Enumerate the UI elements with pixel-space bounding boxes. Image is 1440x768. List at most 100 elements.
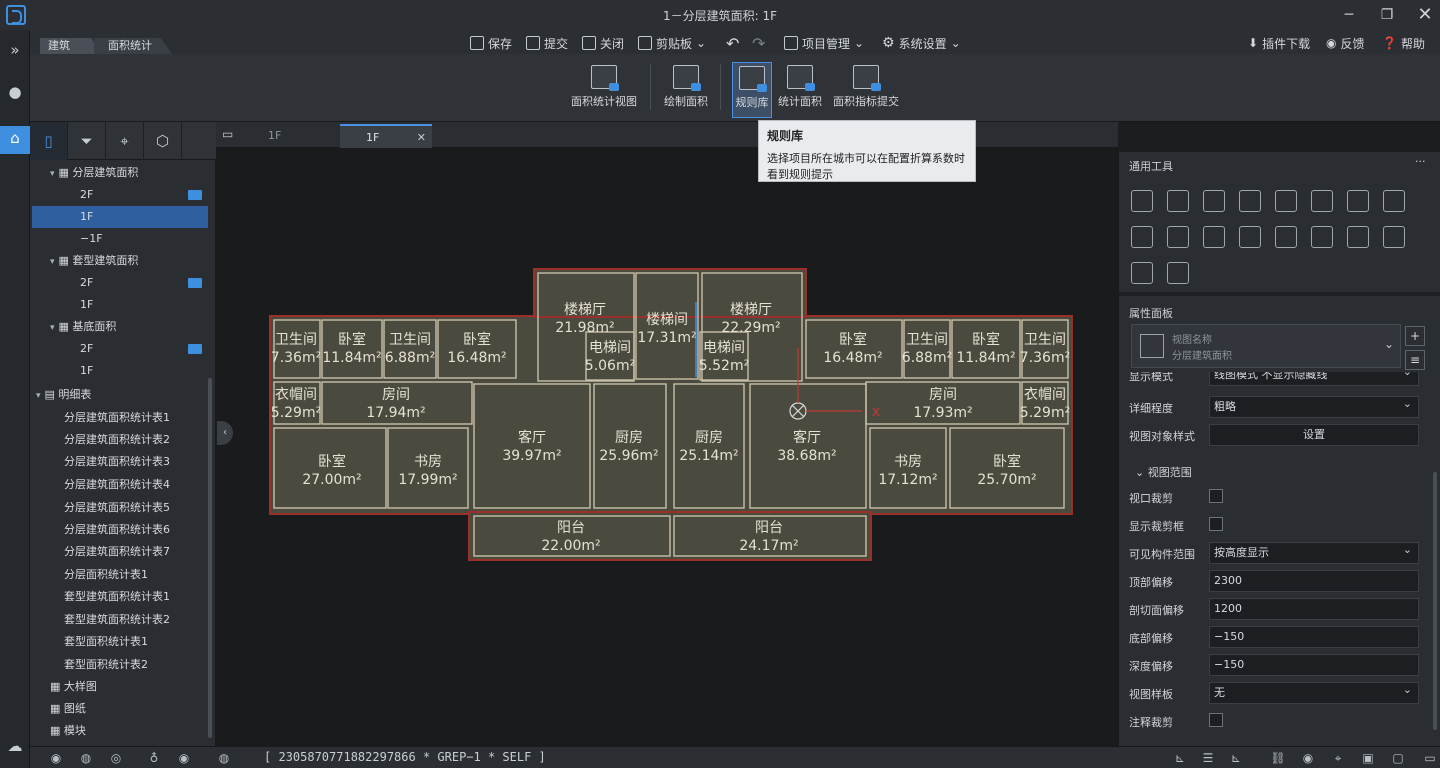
edit-tool-icon[interactable] [1275, 226, 1297, 248]
cube-icon[interactable]: ⬡ [144, 122, 182, 160]
add-type-button[interactable]: + [1405, 326, 1425, 346]
view-list-icon[interactable]: ▭ [222, 127, 233, 141]
area-index-submit-button[interactable]: 面积指标提交 [830, 62, 902, 118]
crop-icon[interactable]: ▣ [1360, 750, 1376, 766]
edit-tool-icon[interactable] [1131, 190, 1153, 212]
obj-style-button[interactable]: 设置 [1209, 424, 1419, 446]
help-button[interactable]: ❓ 帮助 [1382, 33, 1425, 53]
draw-area-button[interactable]: 绘制面积 [658, 62, 714, 118]
edit-tool-icon[interactable] [1383, 190, 1405, 212]
tree-node-unit-1f[interactable]: 1F [80, 294, 93, 316]
edit-tool-icon[interactable] [1275, 190, 1297, 212]
top-offset-input[interactable]: 2300 [1209, 570, 1419, 592]
drawing-canvas[interactable]: x 卫生间 7.36m² 卧室 11.84m² 卫生间 6.88m² 卧室 16.48m² 楼梯… [216, 122, 1118, 746]
close-tab-icon[interactable]: ✕ [417, 126, 426, 150]
feedback-button[interactable]: ◉ 反馈 [1326, 33, 1365, 53]
redo-button[interactable]: ↷ [752, 33, 765, 53]
tree-node-base-area[interactable]: ▾ ▦ 基底面积 [50, 316, 116, 338]
edit-tool-icon[interactable] [1167, 262, 1189, 284]
stat-area-button[interactable]: 统计面积 [776, 62, 824, 118]
submit-button[interactable]: 提交 [526, 33, 568, 53]
edit-tool-icon[interactable] [1131, 226, 1153, 248]
render-icon[interactable]: ◍ [216, 750, 232, 766]
schedule-item[interactable]: 套型建筑面积统计表2 [64, 609, 170, 631]
cut-offset-input[interactable]: 1200 [1209, 598, 1419, 620]
filter-icon[interactable]: ⏷ [68, 122, 106, 160]
edit-type-button[interactable]: ≡ [1405, 350, 1425, 370]
breadcrumb-area[interactable]: 面积统计 [94, 38, 172, 54]
tree-node-unit-2f[interactable]: 2F [80, 272, 208, 294]
undo-button[interactable]: ↶ [726, 33, 739, 53]
close-button[interactable]: 关闭 [582, 33, 624, 53]
expand-icon[interactable]: » [3, 38, 27, 62]
edit-tool-icon[interactable] [1311, 226, 1333, 248]
edit-tool-icon[interactable] [1239, 190, 1261, 212]
settings-menu[interactable]: ⚙ 系统设置 ⌄ [882, 33, 961, 53]
edit-tool-icon[interactable] [1131, 262, 1153, 284]
schedule-item[interactable]: 套型面积统计表2 [64, 654, 148, 676]
tab-1f-active[interactable]: 1F ✕ [340, 124, 432, 148]
visible-range-select[interactable]: 按高度显示 [1209, 540, 1419, 564]
edit-tool-icon[interactable] [1383, 226, 1405, 248]
maximize-icon[interactable]: ❐ [1374, 4, 1400, 26]
bottom-offset-input[interactable]: −150 [1209, 626, 1419, 648]
close-icon[interactable]: ✕ [1412, 4, 1438, 26]
range-section[interactable]: ⌄ 视图范围 [1129, 460, 1429, 484]
tree-node-module[interactable]: ▦ 模块 [50, 720, 86, 742]
tree-node-layer-1f[interactable]: 1F [32, 206, 208, 228]
edit-tool-icon[interactable] [1203, 226, 1225, 248]
schedule-item[interactable]: 分层建筑面积统计表7 [64, 541, 170, 563]
save-button[interactable]: 保存 [470, 33, 512, 53]
show-crop-checkbox[interactable] [1209, 517, 1223, 531]
schedule-item[interactable]: 套型建筑面积统计表1 [64, 586, 170, 608]
measure-icon[interactable]: ⊾ [1228, 750, 1244, 766]
view-type-selector[interactable]: 视图名称 分层建筑面积 ⌄ [1131, 324, 1401, 368]
schedule-item[interactable]: 分层建筑面积统计表6 [64, 519, 170, 541]
tree-node-layer-area[interactable]: ▾ ▦ 分层建筑面积 [50, 162, 138, 184]
area-stat-view-button[interactable]: 面积统计视图 [566, 62, 642, 118]
schedule-item[interactable]: 分层建筑面积统计表5 [64, 497, 170, 519]
schedule-item[interactable]: 分层建筑面积统计表4 [64, 474, 170, 496]
tree-node-unit-area[interactable]: ▾ ▦ 套型建筑面积 [50, 250, 138, 272]
edit-tool-icon[interactable] [1347, 190, 1369, 212]
rules-library-button[interactable]: 规则库 [732, 62, 772, 118]
edit-tool-icon[interactable] [1167, 226, 1189, 248]
edit-tool-icon[interactable] [1239, 226, 1261, 248]
location-icon[interactable]: ⌖ [106, 122, 144, 160]
edit-tool-icon[interactable] [1311, 190, 1333, 212]
minimize-icon[interactable]: ─ [1336, 4, 1362, 26]
view-mode-icon[interactable]: ◉ [176, 750, 192, 766]
clipboard-button[interactable]: 剪贴板 ⌄ [638, 33, 706, 53]
anno-crop-checkbox[interactable] [1209, 713, 1223, 727]
link-icon[interactable]: ⛓ [1270, 750, 1286, 766]
tree-scrollbar[interactable] [208, 378, 212, 738]
edit-tool-icon[interactable] [1347, 226, 1369, 248]
panel-toggle-icon[interactable]: ▯ [30, 122, 68, 160]
schedule-item[interactable]: 分层建筑面积统计表1 [64, 407, 170, 429]
template-select[interactable]: 无 [1209, 680, 1419, 704]
tree-node-schedule[interactable]: ▾ ▤ 明细表 [36, 384, 91, 406]
frame-icon[interactable]: ▭ [1422, 750, 1438, 766]
depth-offset-input[interactable]: −150 [1209, 654, 1419, 676]
more-icon[interactable]: ··· [1415, 155, 1426, 168]
home-icon[interactable]: ⌂ [0, 126, 30, 154]
schedule-item[interactable]: 分层面积统计表1 [64, 564, 148, 586]
tree-node-detail[interactable]: ▦ 大样图 [50, 676, 97, 698]
schedule-item[interactable]: 分层建筑面积统计表2 [64, 429, 170, 451]
schedule-item[interactable]: 分层建筑面积统计表3 [64, 451, 170, 473]
tree-node-sheet[interactable]: ▦ 图纸 [50, 698, 86, 720]
detail-level-select[interactable]: 粗略 [1209, 394, 1419, 418]
props-scrollbar[interactable] [1433, 472, 1437, 730]
tree-node-layer-m1f[interactable]: −1F [80, 228, 103, 250]
list-icon[interactable]: ☰ [1200, 750, 1216, 766]
avatar[interactable]: ● [3, 80, 27, 104]
light-icon[interactable]: ♁ [146, 750, 162, 766]
tree-node-base-1f[interactable]: 1F [80, 360, 93, 382]
cloud-upload-icon[interactable]: ☁ [3, 734, 27, 758]
axis-icon[interactable]: ⊾ [1172, 750, 1188, 766]
tree-node-base-2f[interactable]: 2F [80, 338, 208, 360]
crop-checkbox[interactable] [1209, 489, 1223, 503]
eye-icon[interactable]: ◉ [48, 750, 64, 766]
compass-icon[interactable]: ◉ [1300, 750, 1316, 766]
plugin-download-button[interactable]: ⬇ 插件下载 [1248, 33, 1310, 53]
